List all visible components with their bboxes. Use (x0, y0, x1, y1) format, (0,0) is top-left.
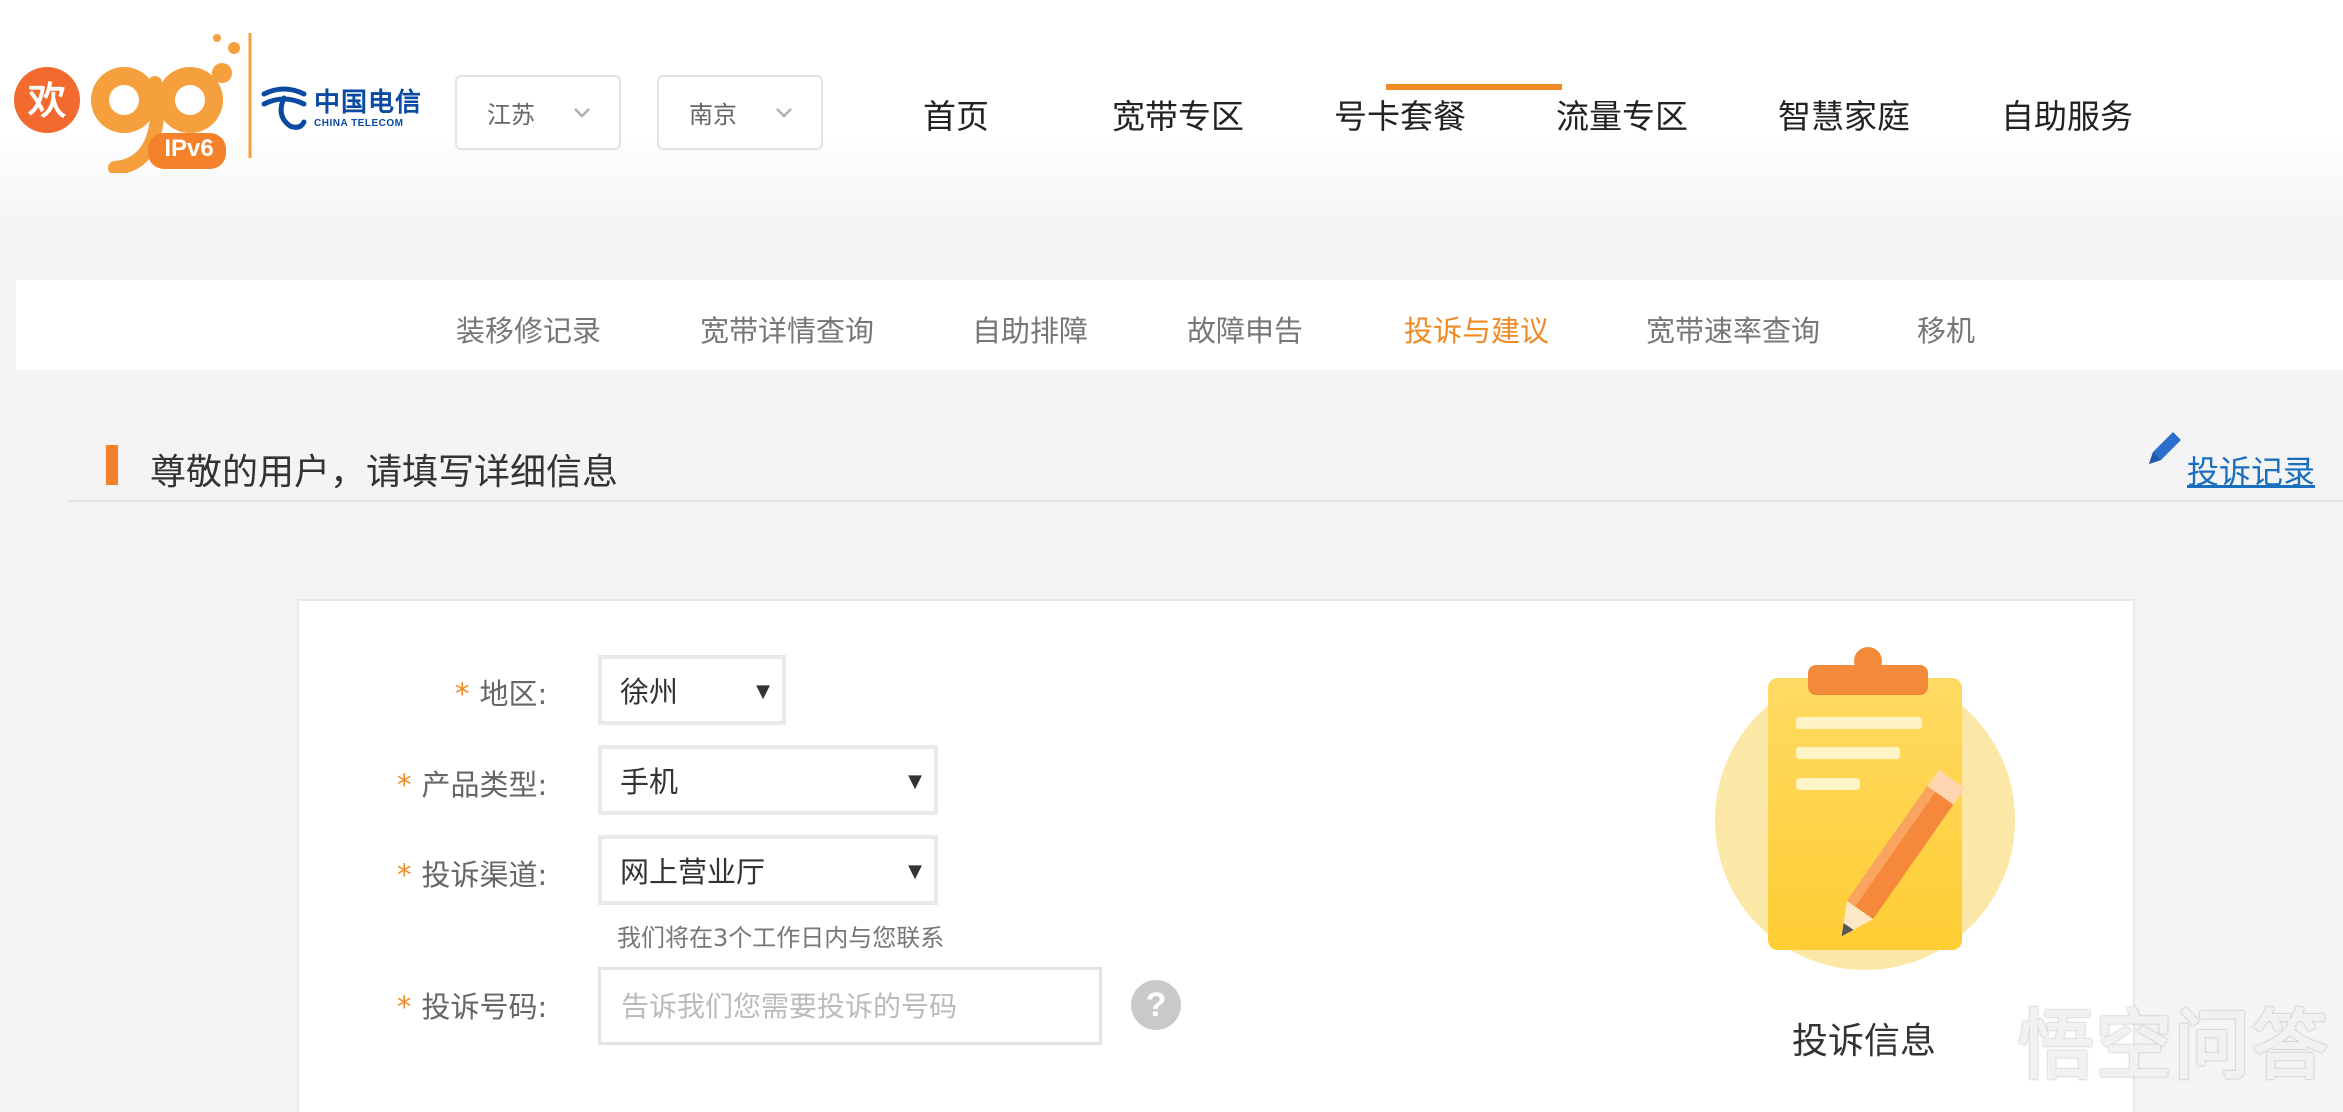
channel-select[interactable]: 网上营业厅 ▼ (598, 835, 938, 905)
page-title: 尊敬的用户，请填写详细信息 (150, 452, 619, 493)
illustration-caption: 投诉信息 (1792, 1021, 1937, 1062)
nav-item-plans[interactable]: 号卡套餐 (1334, 90, 1466, 138)
help-icon[interactable]: ? (1131, 980, 1181, 1030)
tab-complaints[interactable]: 投诉与建议 (1404, 308, 1549, 350)
carrier-name-en: CHINA TELECOM (314, 118, 404, 129)
province-select[interactable]: 江苏 (455, 75, 621, 150)
channel-label: * 投诉渠道: (397, 852, 547, 894)
active-tab-indicator (1386, 84, 1562, 90)
china-telecom-icon (261, 86, 307, 130)
region-value: 徐州 (620, 675, 679, 709)
ipv6-badge: IPv6 (164, 135, 214, 162)
product-type-select[interactable]: 手机 ▼ (598, 745, 938, 815)
required-mark: * (455, 677, 470, 711)
tab-fault-report[interactable]: 故障申告 (1187, 308, 1303, 350)
number-label-text: 投诉号码: (421, 990, 548, 1024)
channel-value: 网上营业厅 (620, 855, 766, 889)
nav-item-self-service[interactable]: 自助服务 (2001, 90, 2133, 138)
nav-item-broadband[interactable]: 宽带专区 (1112, 90, 1244, 138)
nav-item-home[interactable]: 首页 (923, 90, 989, 138)
nav-item-smart-home[interactable]: 智慧家庭 (1778, 90, 1910, 138)
region-label-text: 地区: (479, 677, 548, 711)
complaint-records-link[interactable]: 投诉记录 (2187, 447, 2315, 493)
dropdown-arrow-icon: ▼ (756, 681, 770, 702)
chevron-down-icon (776, 108, 792, 118)
nav-item-data[interactable]: 流量专区 (1556, 90, 1688, 138)
tab-relocation[interactable]: 移机 (1917, 308, 1975, 350)
tab-install-records[interactable]: 装移修记录 (456, 308, 601, 350)
number-label: * 投诉号码: (397, 984, 547, 1026)
tab-broadband-details[interactable]: 宽带详情查询 (700, 308, 874, 350)
required-mark: * (397, 768, 412, 802)
contact-hint: 我们将在3个工作日内与您联系 (617, 924, 945, 952)
section-accent-bar (106, 445, 118, 485)
region-label: * 地区: (455, 671, 547, 713)
svg-text:欢: 欢 (27, 79, 66, 123)
province-value: 江苏 (487, 101, 535, 129)
site-header: 欢 IPv6 中国电信 CHINA TELECOM 江苏 南京 首页 宽带专区 … (0, 0, 2343, 240)
product-type-label-text: 产品类型: (421, 768, 548, 802)
pencil-icon[interactable] (2143, 428, 2183, 470)
channel-label-text: 投诉渠道: (421, 858, 548, 892)
section-divider (68, 500, 2343, 502)
tab-speed-query[interactable]: 宽带速率查询 (1646, 308, 1820, 350)
clipboard-pencil-icon (1715, 647, 2015, 970)
carrier-name-cn: 中国电信 (314, 88, 423, 118)
required-mark: * (397, 990, 412, 1024)
page: 欢 IPv6 中国电信 CHINA TELECOM 江苏 南京 首页 宽带专区 … (0, 0, 2343, 1112)
product-type-value: 手机 (620, 765, 679, 799)
complaint-number-input[interactable] (598, 967, 1102, 1045)
city-value: 南京 (689, 101, 737, 129)
tab-self-troubleshoot[interactable]: 自助排障 (972, 308, 1088, 350)
service-subnav: 装移修记录 宽带详情查询 自助排障 故障申告 投诉与建议 宽带速率查询 移机 (16, 280, 2343, 370)
china-telecom-logo: 中国电信 CHINA TELECOM (258, 78, 421, 138)
chevron-down-icon (574, 108, 590, 118)
dropdown-arrow-icon: ▼ (908, 861, 922, 882)
city-select[interactable]: 南京 (657, 75, 823, 150)
region-select[interactable]: 徐州 ▼ (598, 655, 786, 725)
product-type-label: * 产品类型: (397, 762, 547, 804)
required-mark: * (397, 858, 412, 892)
dropdown-arrow-icon: ▼ (908, 771, 922, 792)
